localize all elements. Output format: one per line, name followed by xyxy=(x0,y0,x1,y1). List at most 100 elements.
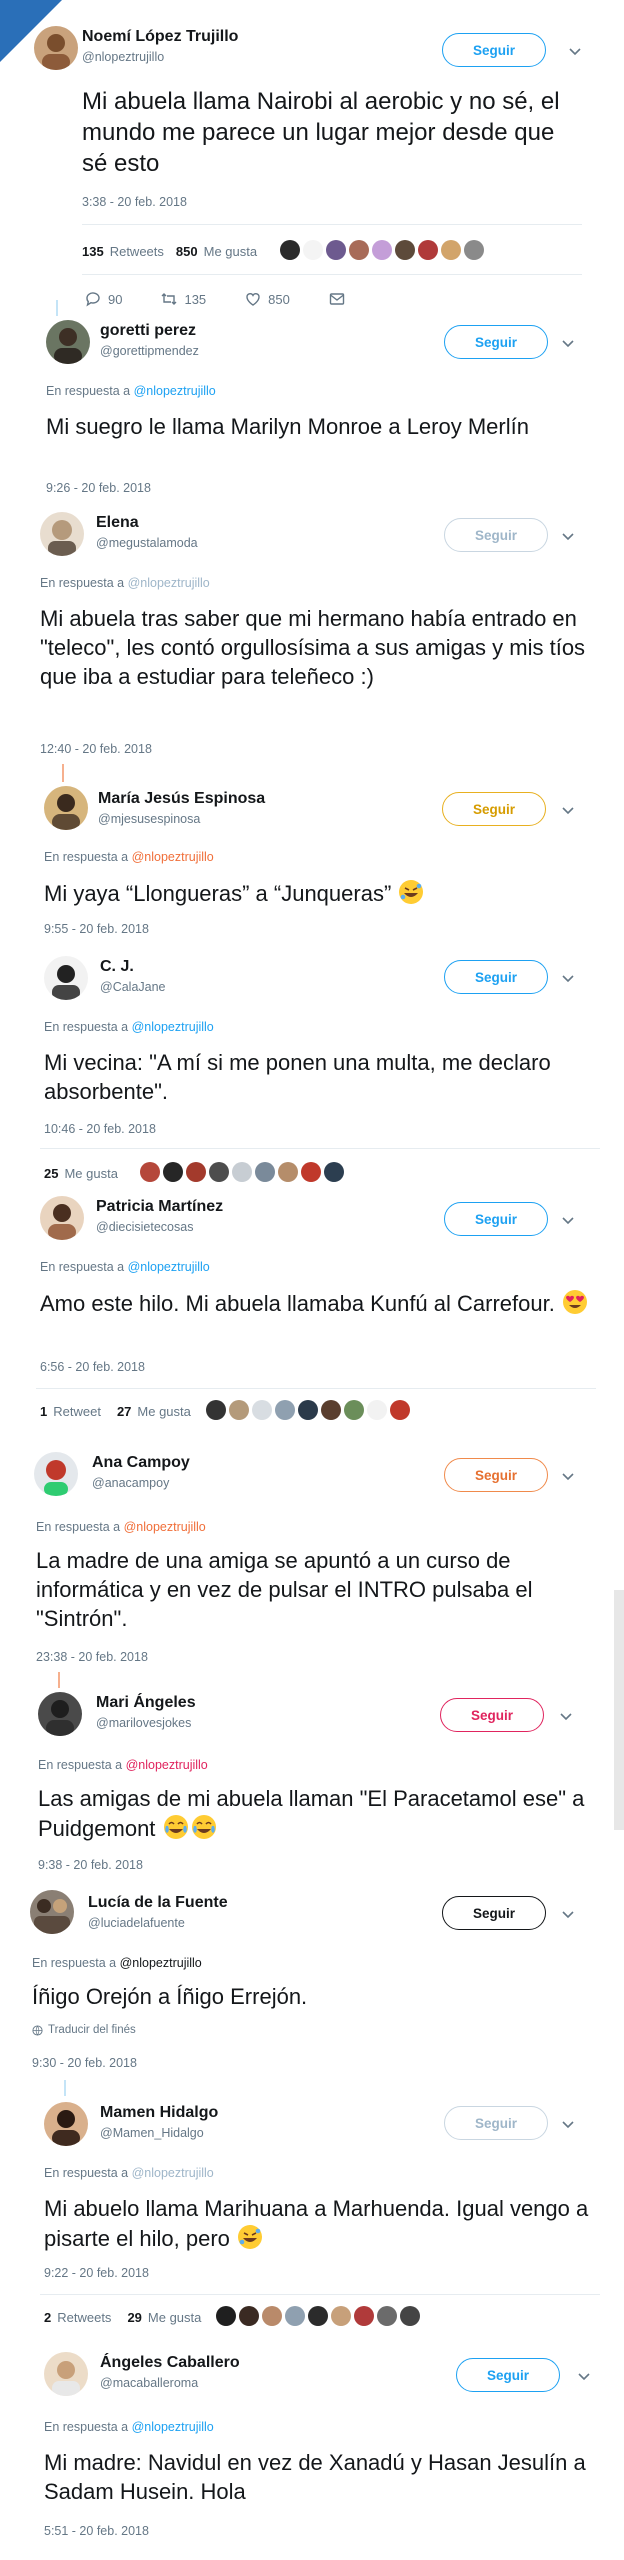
liker-avatar[interactable] xyxy=(209,1162,229,1182)
liker-avatar[interactable] xyxy=(349,240,369,260)
avatar[interactable] xyxy=(44,2352,88,2396)
like-count[interactable]: 25 xyxy=(44,1166,58,1181)
liker-avatar[interactable] xyxy=(354,2306,374,2326)
chevron-down-icon[interactable] xyxy=(560,528,576,544)
chevron-down-icon[interactable] xyxy=(560,1906,576,1922)
reply-mention-link[interactable]: @nlopeztrujillo xyxy=(120,1956,202,1970)
follow-button[interactable]: Seguir xyxy=(444,518,548,552)
display-name[interactable]: Lucía de la Fuente xyxy=(88,1894,228,1912)
chevron-down-icon[interactable] xyxy=(560,2116,576,2132)
liker-avatar[interactable] xyxy=(255,1162,275,1182)
liker-avatar[interactable] xyxy=(331,2306,351,2326)
chevron-down-icon[interactable] xyxy=(560,1468,576,1484)
follow-button[interactable]: Seguir xyxy=(442,1896,546,1930)
reply-mention-link[interactable]: @nlopeztrujillo xyxy=(132,2420,214,2434)
retweet-action[interactable]: 135 xyxy=(160,290,206,308)
liker-avatar[interactable] xyxy=(262,2306,282,2326)
liker-avatar[interactable] xyxy=(390,1400,410,1420)
timestamp[interactable]: 9:30 - 20 feb. 2018 xyxy=(32,2056,137,2070)
display-name[interactable]: Ángeles Caballero xyxy=(100,2354,240,2372)
liker-avatar[interactable] xyxy=(252,1400,272,1420)
retweet-count[interactable]: 1 xyxy=(40,1404,47,1419)
timestamp[interactable]: 10:46 - 20 feb. 2018 xyxy=(44,1122,156,1136)
reply-mention-link[interactable]: @nlopeztrujillo xyxy=(132,2166,214,2180)
user-handle[interactable]: @CalaJane xyxy=(100,980,166,994)
reply-mention-link[interactable]: @nlopeztrujillo xyxy=(124,1520,206,1534)
timestamp[interactable]: 23:38 - 20 feb. 2018 xyxy=(36,1650,148,1664)
avatar[interactable] xyxy=(40,512,84,556)
follow-button[interactable]: Seguir xyxy=(444,2106,548,2140)
timestamp[interactable]: 9:26 - 20 feb. 2018 xyxy=(46,481,151,495)
retweet-count[interactable]: 135 xyxy=(82,244,104,259)
liker-avatar[interactable] xyxy=(140,1162,160,1182)
liker-avatar[interactable] xyxy=(441,240,461,260)
chevron-down-icon[interactable] xyxy=(567,43,583,59)
timestamp[interactable]: 12:40 - 20 feb. 2018 xyxy=(40,742,152,756)
liker-avatar[interactable] xyxy=(280,240,300,260)
like-count[interactable]: 27 xyxy=(117,1404,131,1419)
display-name[interactable]: Noemí López Trujillo xyxy=(82,28,238,46)
chevron-down-icon[interactable] xyxy=(576,2368,592,2384)
reply-mention-link[interactable]: @nlopeztrujillo xyxy=(132,850,214,864)
timestamp[interactable]: 9:38 - 20 feb. 2018 xyxy=(38,1858,143,1872)
liker-avatar[interactable] xyxy=(464,240,484,260)
avatar[interactable] xyxy=(44,956,88,1000)
user-handle[interactable]: @nlopeztrujillo xyxy=(82,50,164,64)
timestamp[interactable]: 9:55 - 20 feb. 2018 xyxy=(44,922,149,936)
liker-avatar[interactable] xyxy=(326,240,346,260)
liker-avatar[interactable] xyxy=(395,240,415,260)
avatar[interactable] xyxy=(34,1452,78,1496)
reply-mention-link[interactable]: @nlopeztrujillo xyxy=(132,1020,214,1034)
follow-button[interactable]: Seguir xyxy=(444,1202,548,1236)
liker-avatar[interactable] xyxy=(400,2306,420,2326)
liker-avatar[interactable] xyxy=(308,2306,328,2326)
reply-mention-link[interactable]: @nlopeztrujillo xyxy=(134,384,216,398)
user-handle[interactable]: @marilovesjokes xyxy=(96,1716,191,1730)
follow-button[interactable]: Seguir xyxy=(442,792,546,826)
chevron-down-icon[interactable] xyxy=(560,1212,576,1228)
like-action[interactable]: 850 xyxy=(244,290,290,308)
user-handle[interactable]: @Mamen_Hidalgo xyxy=(100,2126,204,2140)
user-handle[interactable]: @gorettipmendez xyxy=(100,344,199,358)
timestamp[interactable]: 5:51 - 20 feb. 2018 xyxy=(44,2524,149,2538)
avatar[interactable] xyxy=(30,1890,74,1934)
follow-button[interactable]: Seguir xyxy=(456,2358,560,2392)
reply-mention-link[interactable]: @nlopeztrujillo xyxy=(126,1758,208,1772)
display-name[interactable]: Ana Campoy xyxy=(92,1454,190,1472)
follow-button[interactable]: Seguir xyxy=(444,325,548,359)
liker-avatar[interactable] xyxy=(216,2306,236,2326)
display-name[interactable]: C. J. xyxy=(100,958,134,976)
reply-mention-link[interactable]: @nlopeztrujillo xyxy=(128,576,210,590)
liker-avatar[interactable] xyxy=(285,2306,305,2326)
user-handle[interactable]: @anacampoy xyxy=(92,1476,169,1490)
avatar[interactable] xyxy=(40,1196,84,1240)
chevron-down-icon[interactable] xyxy=(560,802,576,818)
liker-avatar[interactable] xyxy=(303,240,323,260)
liker-avatar[interactable] xyxy=(229,1400,249,1420)
user-handle[interactable]: @diecisietecosas xyxy=(96,1220,193,1234)
liker-avatar[interactable] xyxy=(275,1400,295,1420)
liker-avatar[interactable] xyxy=(232,1162,252,1182)
follow-button[interactable]: Seguir xyxy=(442,33,546,67)
follow-button[interactable]: Seguir xyxy=(444,1458,548,1492)
timestamp[interactable]: 9:22 - 20 feb. 2018 xyxy=(44,2266,149,2280)
chevron-down-icon[interactable] xyxy=(558,1708,574,1724)
user-handle[interactable]: @luciadelafuente xyxy=(88,1916,185,1930)
reply-mention-link[interactable]: @nlopeztrujillo xyxy=(128,1260,210,1274)
avatar[interactable] xyxy=(46,320,90,364)
user-handle[interactable]: @mjesusespinosa xyxy=(98,812,200,826)
liker-avatar[interactable] xyxy=(324,1162,344,1182)
chevron-down-icon[interactable] xyxy=(560,970,576,986)
liker-avatar[interactable] xyxy=(344,1400,364,1420)
translate-link[interactable]: Traducir del finés xyxy=(32,2024,136,2036)
timestamp[interactable]: 3:38 - 20 feb. 2018 xyxy=(82,195,187,209)
liker-avatar[interactable] xyxy=(301,1162,321,1182)
user-handle[interactable]: @megustalamoda xyxy=(96,536,198,550)
liker-avatar[interactable] xyxy=(163,1162,183,1182)
avatar[interactable] xyxy=(44,786,88,830)
avatar[interactable] xyxy=(44,2102,88,2146)
timestamp[interactable]: 6:56 - 20 feb. 2018 xyxy=(40,1360,145,1374)
follow-button[interactable]: Seguir xyxy=(440,1698,544,1732)
liker-avatar[interactable] xyxy=(239,2306,259,2326)
display-name[interactable]: Mari Ángeles xyxy=(96,1694,196,1712)
